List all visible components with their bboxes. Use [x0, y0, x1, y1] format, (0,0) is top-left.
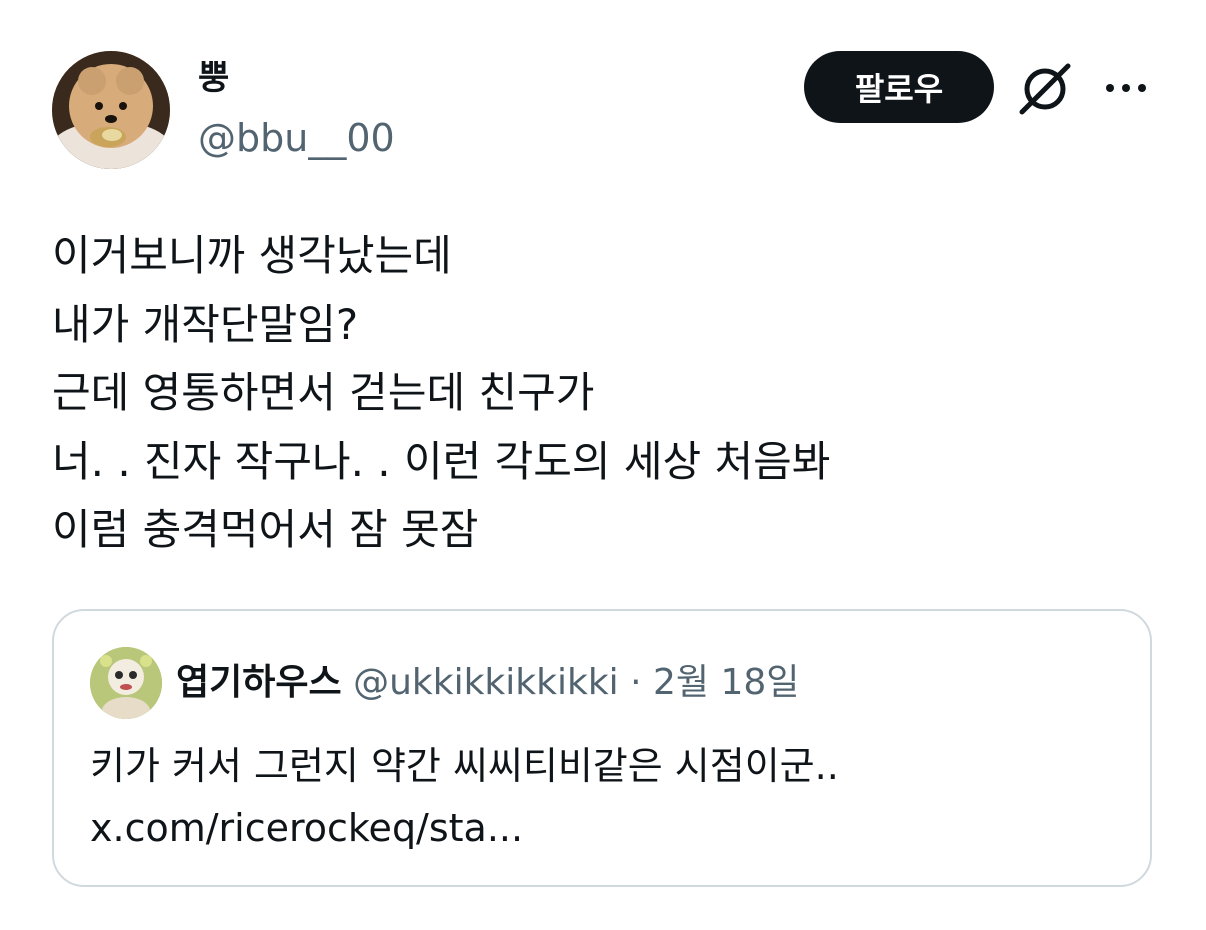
quoted-tweet-date[interactable]: 2월 18일 [653, 662, 799, 703]
separator-dot: · [630, 662, 642, 703]
tweet-text: 이거보니까 생각났는데 내가 개작단말임? 근데 영통하면서 걷는데 친구가 너… [52, 222, 1152, 565]
grok-icon[interactable] [1016, 60, 1074, 118]
quoted-tweet-line: 키가 커서 그런지 약간 씨씨티비같은 시점이군.. [90, 744, 839, 788]
quoted-author-name[interactable]: 엽기하우스 [176, 662, 342, 703]
author-handle[interactable]: @bbu__00 [198, 114, 395, 162]
follow-button[interactable]: 팔로우 [804, 51, 994, 123]
quoted-author-avatar[interactable] [90, 647, 162, 719]
author-avatar[interactable] [52, 51, 170, 169]
quoted-tweet-header: 엽기하우스 @ukkikkikkikki · 2월 18일 [176, 659, 799, 707]
character-avatar [90, 647, 162, 719]
author-display-name[interactable]: 뿡 [198, 56, 229, 100]
tweet-line: 이거보니까 생각났는데 [52, 231, 452, 280]
tweet-line: 너. . 진자 작구나. . 이런 각도의 세상 처음봐 [52, 436, 831, 486]
more-horizontal-icon[interactable] [1102, 76, 1150, 100]
quoted-tweet-link[interactable]: x.com/ricerockeq/sta... [90, 797, 839, 859]
quoted-tweet-card[interactable]: 엽기하우스 @ukkikkikkikki · 2월 18일 키가 커서 그런지 … [52, 609, 1152, 887]
tweet-line: 이럼 충격먹어서 잠 못잠 [52, 505, 479, 554]
pomeranian-dog-avatar [52, 51, 170, 169]
tweet-line: 근데 영통하면서 걷는데 친구가 [52, 368, 595, 417]
tweet-line: 내가 개작단말임? [52, 299, 359, 349]
quoted-tweet-text: 키가 커서 그런지 약간 씨씨티비같은 시점이군.. x.com/riceroc… [90, 735, 839, 859]
quoted-author-handle[interactable]: @ukkikkikkikki [353, 662, 619, 703]
